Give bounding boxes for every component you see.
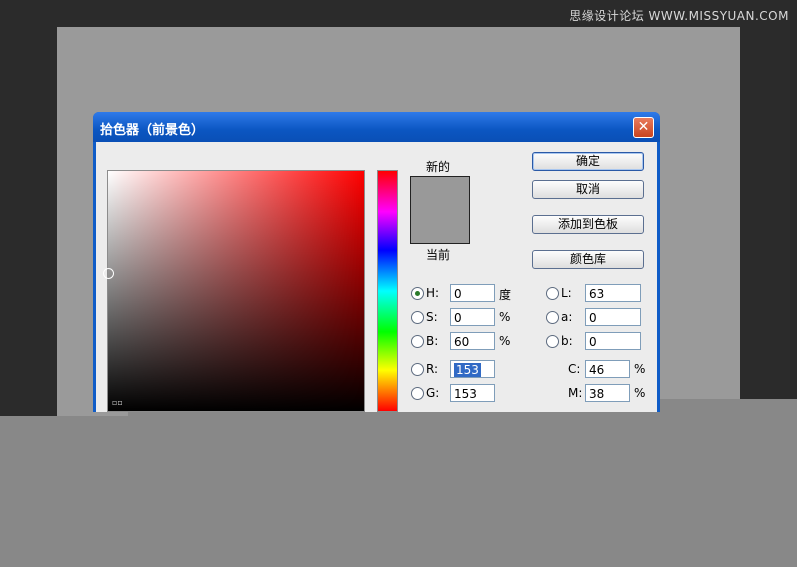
r-value-selected: 153 xyxy=(454,363,481,377)
radio-r[interactable] xyxy=(411,363,424,376)
close-icon: ✕ xyxy=(637,119,650,135)
radio-lab-b[interactable] xyxy=(546,335,559,348)
h-label: H: xyxy=(426,286,440,300)
radio-b[interactable] xyxy=(411,335,424,348)
radio-h[interactable] xyxy=(411,287,424,300)
dialog-title: 拾色器（前景色） xyxy=(100,123,205,138)
l-label: L: xyxy=(561,286,572,300)
a-input[interactable]: 0 xyxy=(585,308,641,326)
dialog-titlebar[interactable]: 拾色器（前景色） ✕ xyxy=(93,112,660,142)
color-picker-dialog: 拾色器（前景色） ✕ ▫▫ 新的 当前 确定 取消 添加到色板 颜色库 H: 0… xyxy=(93,112,660,412)
lab-b-label: b: xyxy=(561,334,573,348)
lab-b-input[interactable]: 0 xyxy=(585,332,641,350)
color-field[interactable]: ▫▫ xyxy=(103,170,365,412)
add-to-swatches-button[interactable]: 添加到色板 xyxy=(532,215,644,234)
c-input[interactable]: 46 xyxy=(585,360,630,378)
b-input[interactable]: 60 xyxy=(450,332,495,350)
c-unit: % xyxy=(634,362,646,376)
h-input[interactable]: 0 xyxy=(450,284,495,302)
m-input[interactable]: 38 xyxy=(585,384,630,402)
new-color-label: 新的 xyxy=(426,160,451,174)
h-unit: 度 xyxy=(499,288,512,302)
b-label: B: xyxy=(426,334,439,348)
current-color-label: 当前 xyxy=(426,248,451,262)
a-label: a: xyxy=(561,310,573,324)
color-libraries-button[interactable]: 颜色库 xyxy=(532,250,644,269)
web-colors-icon: ▫▫ xyxy=(112,398,123,407)
s-label: S: xyxy=(426,310,438,324)
radio-s[interactable] xyxy=(411,311,424,324)
s-input[interactable]: 0 xyxy=(450,308,495,326)
watermark-text: 思缘设计论坛 WWW.MISSYUAN.COM xyxy=(569,9,789,23)
radio-l[interactable] xyxy=(546,287,559,300)
s-unit: % xyxy=(499,310,511,324)
l-input[interactable]: 63 xyxy=(585,284,641,302)
cancel-button[interactable]: 取消 xyxy=(532,180,644,199)
r-input[interactable]: 153 xyxy=(450,360,495,378)
radio-g[interactable] xyxy=(411,387,424,400)
radio-a[interactable] xyxy=(546,311,559,324)
dialog-body: ▫▫ 新的 当前 确定 取消 添加到色板 颜色库 H: 0 度 S: 0 % B… xyxy=(96,142,657,412)
ok-button[interactable]: 确定 xyxy=(532,152,644,171)
background-panel-lower xyxy=(0,416,797,567)
c-label: C: xyxy=(568,362,581,376)
g-input[interactable]: 153 xyxy=(450,384,495,402)
color-picker-ring[interactable] xyxy=(103,268,114,279)
r-label: R: xyxy=(426,362,439,376)
m-label: M: xyxy=(568,386,583,400)
close-button[interactable]: ✕ xyxy=(633,117,654,138)
g-label: G: xyxy=(426,386,440,400)
m-unit: % xyxy=(634,386,646,400)
hue-slider[interactable] xyxy=(377,170,398,412)
b-unit: % xyxy=(499,334,511,348)
new-current-swatch xyxy=(410,176,470,244)
